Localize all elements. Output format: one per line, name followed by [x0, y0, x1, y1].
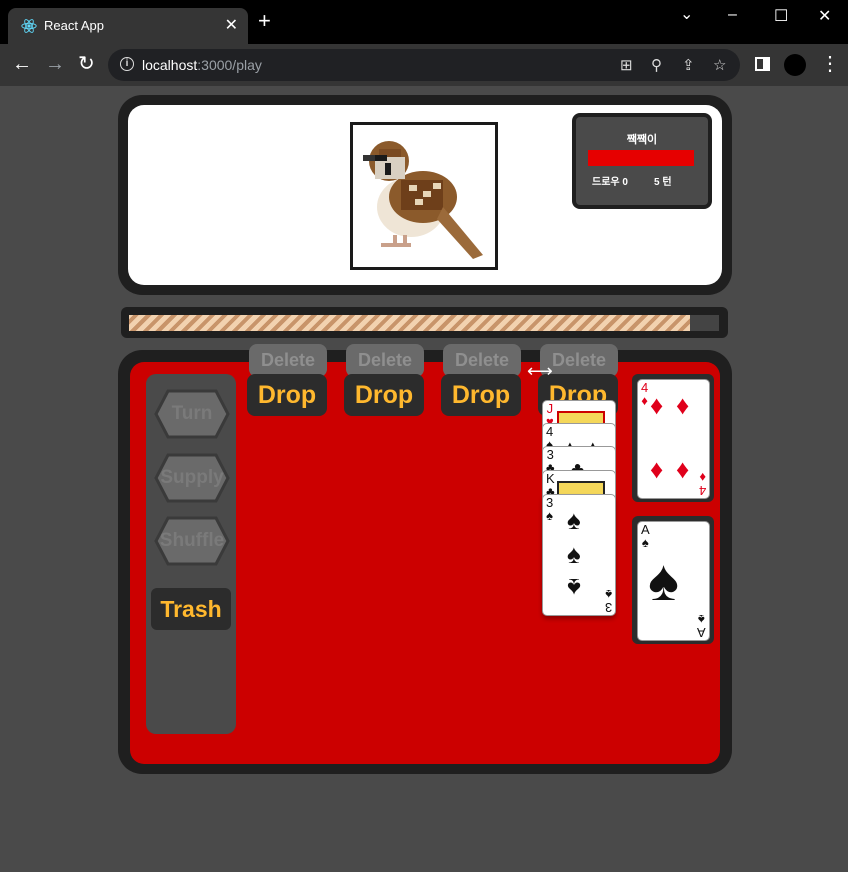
card-corner: A ♠: [641, 523, 650, 549]
address-bar[interactable]: i localhost:3000/play ⊞ ⚲ ⇪ ☆: [108, 49, 740, 81]
shuffle-button[interactable]: Shuffle: [154, 516, 230, 566]
react-logo-icon: [21, 19, 37, 33]
card-corner: 4 ♦: [641, 381, 648, 407]
info-icon[interactable]: i: [120, 57, 134, 71]
card-corner-bottom: A ♠: [697, 612, 706, 640]
share-icon[interactable]: ⇪: [682, 56, 695, 74]
tab-close-icon[interactable]: ✕: [225, 15, 238, 35]
shuffle-label: Shuffle: [159, 530, 225, 551]
browser-toolbar: ← → ↻ i localhost:3000/play ⊞ ⚲ ⇪ ☆ ⋮: [0, 44, 848, 86]
window-close-icon[interactable]: ✕: [818, 6, 831, 26]
new-tab-icon[interactable]: +: [258, 10, 271, 32]
diamond-pip-icon: ♦: [650, 390, 664, 420]
maximize-icon[interactable]: ☐: [774, 6, 788, 26]
chevron-down-icon[interactable]: ⌄: [680, 4, 693, 24]
reload-icon[interactable]: ↻: [78, 53, 95, 75]
card-rank: 3: [604, 600, 612, 615]
hand-card-5[interactable]: 3 ♠ ♠ ♠ ♠ 3 ♠: [542, 494, 616, 616]
menu-icon[interactable]: ⋮: [820, 53, 840, 75]
sparrow-portrait: [350, 122, 498, 270]
action-sidebar: Turn Supply Shuffle Trash: [146, 374, 236, 734]
deck-card-1[interactable]: 4 ♦ ♦ ♦ ♦ ♦ 4 ♦: [637, 379, 710, 499]
card-suit: ♦: [641, 393, 648, 408]
turn-count: 5 턴: [654, 177, 672, 188]
profile-avatar[interactable]: [784, 54, 806, 76]
timer-progress: [121, 307, 728, 338]
turn-label: Turn: [171, 403, 213, 424]
slot-2-delete-button[interactable]: Delete: [346, 344, 424, 377]
slot-3-drop-button[interactable]: Drop: [441, 374, 521, 416]
slot-1-drop-button[interactable]: Drop: [247, 374, 327, 416]
url-host: localhost: [142, 57, 198, 73]
spade-pip-icon: ♠: [567, 505, 581, 535]
enemy-name: 짹짹이: [626, 134, 658, 146]
supply-label: Supply: [160, 467, 224, 488]
trash-button[interactable]: Trash: [151, 588, 231, 630]
enemy-status-inner: 짹짹이 드로우 0 5 턴: [576, 117, 708, 205]
spade-pip-icon: ♠: [567, 539, 581, 569]
progress-fill: [129, 315, 690, 331]
diamond-pip-icon: ♦: [676, 454, 690, 484]
translate-icon[interactable]: ⊞: [620, 56, 633, 74]
enemy-hp-bar: [588, 150, 694, 166]
progress-track: [129, 315, 719, 331]
slot-2-drop-button[interactable]: Drop: [344, 374, 424, 416]
browser-tabbar: React App ✕ + ⌄ – ☐ ✕: [0, 0, 848, 44]
back-icon[interactable]: ←: [12, 53, 32, 75]
card-suit: ♠: [604, 587, 612, 602]
card-rank: 4: [698, 483, 706, 498]
minimize-icon[interactable]: –: [728, 6, 737, 24]
card-corner-bottom: 3 ♠: [604, 587, 612, 615]
enemy-panel: 짹짹이 드로우 0 5 턴: [118, 95, 732, 295]
spade-pip-icon: ♠: [567, 573, 581, 603]
deck-card-2[interactable]: A ♠ ♠ A ♠: [637, 521, 710, 641]
resize-cursor-icon: ⟷: [527, 361, 553, 381]
card-rank: A: [697, 625, 706, 640]
supply-button[interactable]: Supply: [154, 453, 230, 503]
card-suit: ♦: [699, 470, 706, 485]
forward-icon[interactable]: →: [45, 53, 65, 75]
url-text: localhost:3000/play: [142, 57, 262, 73]
slot-3-delete-button[interactable]: Delete: [443, 344, 521, 377]
card-suit: ♠: [546, 508, 554, 523]
bookmark-star-icon[interactable]: ☆: [713, 56, 726, 74]
zoom-icon[interactable]: ⚲: [651, 56, 662, 74]
card-corner-bottom: 4 ♦: [698, 470, 706, 498]
browser-tab[interactable]: React App ✕: [8, 8, 248, 44]
diamond-pip-icon: ♦: [650, 454, 664, 484]
side-panel-icon[interactable]: [755, 57, 770, 71]
card-suit: ♠: [698, 612, 706, 627]
turn-button[interactable]: Turn: [154, 389, 230, 439]
card-corner: 3 ♠: [546, 496, 553, 522]
sparrow-icon: [363, 141, 483, 259]
enemy-panel-inner: 짹짹이 드로우 0 5 턴: [128, 105, 722, 285]
diamond-pip-icon: ♦: [676, 390, 690, 420]
ace-spade-icon: ♠: [648, 548, 679, 613]
tab-title: React App: [44, 18, 104, 33]
enemy-status-box: 짹짹이 드로우 0 5 턴: [572, 113, 712, 209]
url-path: :3000/play: [197, 57, 262, 73]
slot-1-delete-button[interactable]: Delete: [249, 344, 327, 377]
draw-count: 드로우 0: [592, 177, 628, 188]
